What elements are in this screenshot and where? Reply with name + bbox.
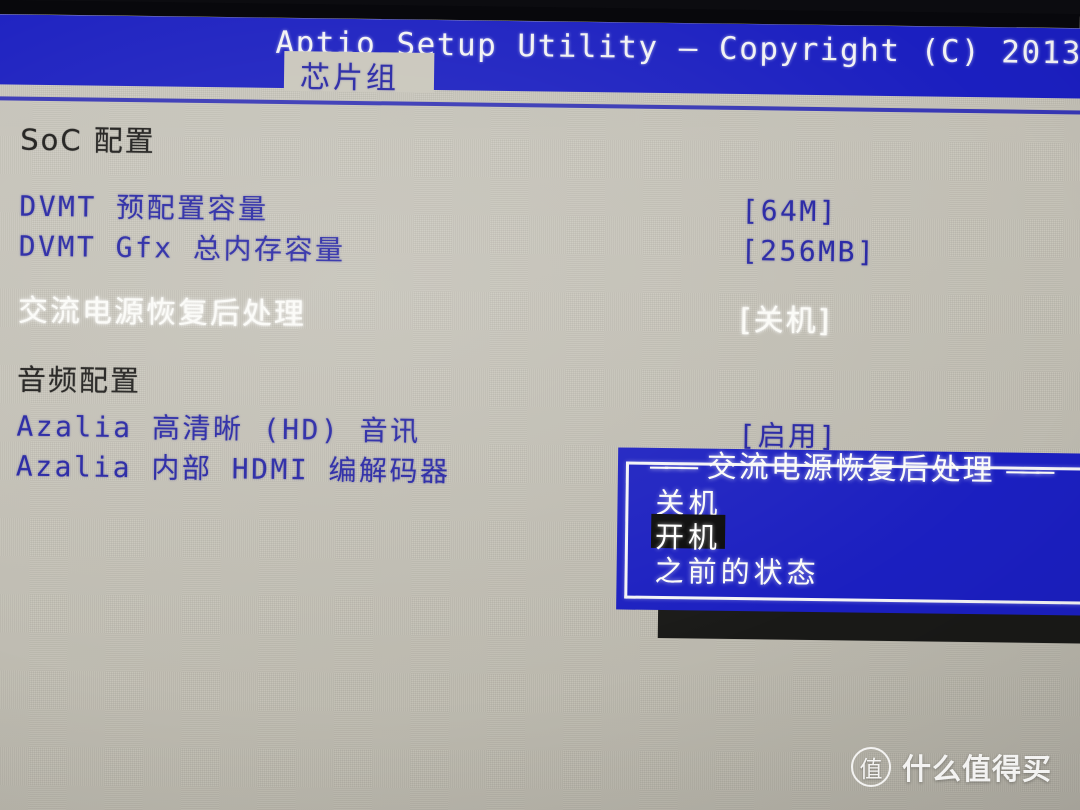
popup-option-power-off[interactable]: 关机 (651, 480, 725, 521)
setting-value-restore-ac-power-loss[interactable]: [关机] (740, 295, 832, 340)
tab-chipset-label: 芯片组 (299, 60, 400, 97)
section-heading-audio-label: 音频配置 (16, 362, 142, 399)
setting-label-azalia-internal-hdmi-codec: Azalia 内部 HDMI 编解码器 (15, 449, 451, 489)
popup-title-text: 交流电源恢复后处理 (706, 449, 995, 489)
setting-label-azalia-hd-audio: Azalia 高清晰 (HD) 音讯 (16, 409, 421, 448)
bios-setup-photo: Aptio Setup Utility – Copyright (C) 2013… (0, 0, 1080, 810)
section-heading-soc: SoC 配置 (0, 116, 1080, 167)
section-heading-soc-label: SoC 配置 (19, 122, 157, 159)
setting-label-restore-ac-power-loss: 交流电源恢复后处理 (17, 293, 307, 333)
setting-label-dvmt-pre-allocated: DVMT 预配置容量 (19, 189, 269, 226)
watermark-text: 什么值得买 (901, 752, 1052, 786)
watermark: 值 什么值得买 (850, 746, 1052, 788)
setting-row-restore-ac-power-loss[interactable]: 交流电源恢复后处理 [关机] (0, 285, 1080, 340)
monitor-screen: Aptio Setup Utility – Copyright (C) 2013… (0, 2, 1080, 810)
setting-label-dvmt-total-gfx-mem: DVMT Gfx 总内存容量 (18, 229, 346, 267)
tab-chipset[interactable]: 芯片组 (283, 51, 435, 97)
popup-title-dash-right: ——— (1006, 453, 1052, 490)
option-popup-restore-ac-power-loss: ——— 交流电源恢复后处理 ——— 关机 开机 之前的状态 (616, 447, 1080, 616)
setting-value-dvmt-pre-allocated[interactable]: [64M] (741, 194, 838, 228)
setting-value-dvmt-total-gfx-mem[interactable]: [256MB] (741, 234, 877, 269)
section-heading-audio: 音频配置 (0, 356, 1080, 407)
popup-option-last-state[interactable]: 之前的状态 (650, 548, 823, 590)
popup-option-power-on[interactable]: 开机 (650, 513, 726, 555)
watermark-logo-icon: 值 (850, 747, 891, 787)
